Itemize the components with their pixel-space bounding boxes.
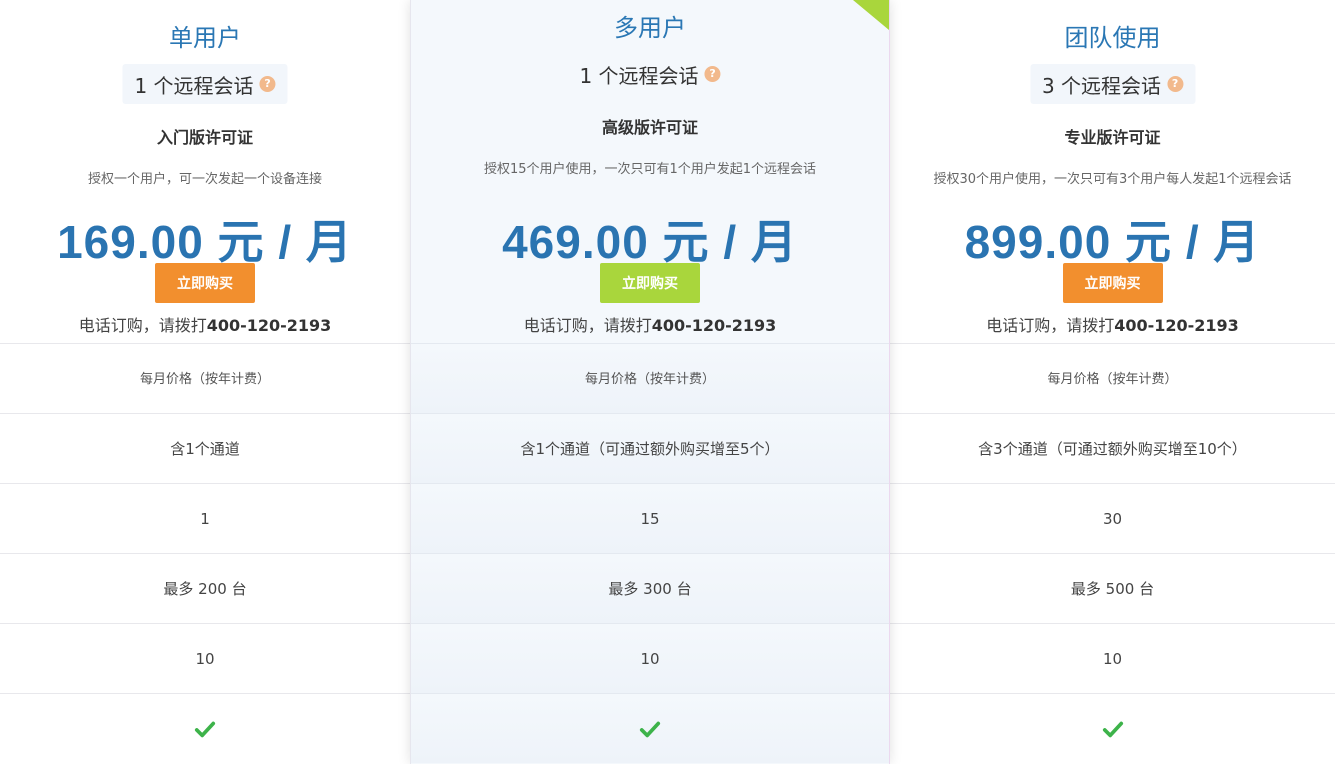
help-icon[interactable]: ? — [259, 76, 276, 92]
help-icon[interactable]: ? — [1167, 76, 1184, 92]
plan-description: 授权15个用户使用，一次只可有1个用户发起1个远程会话 — [483, 162, 817, 177]
feature-row-devices: 最多 300 台 — [411, 553, 889, 623]
feature-row-check — [890, 693, 1335, 763]
check-icon — [194, 721, 216, 737]
phone-number: 400-120-2193 — [206, 316, 332, 335]
plan-title: 多用户 — [614, 14, 686, 42]
phone-order-text: 电话订购，请拨打400-120-2193 — [0, 312, 410, 336]
feature-row-devices: 最多 500 台 — [890, 553, 1335, 623]
feature-row-count: 10 — [0, 623, 410, 693]
feature-rows: 每月价格（按年计费） 含3个通道（可通过额外购买增至10个） 30 最多 500… — [890, 343, 1335, 763]
plan-header: 多用户 1 个远程会话 ? 高级版许可证 授权15个用户使用，一次只可有1个用户… — [411, 0, 889, 336]
sessions-badge: 1 个远程会话 ? — [122, 64, 288, 104]
feature-row-check — [411, 693, 889, 763]
sessions-badge: 1 个远程会话 ? — [567, 54, 732, 94]
plan-column-single-user: 单用户 1 个远程会话 ? 入门版许可证 授权一个用户，可一次发起一个设备连接 … — [0, 0, 410, 764]
license-name: 高级版许可证 — [601, 118, 698, 137]
feature-row-devices: 最多 200 台 — [0, 553, 410, 623]
help-icon[interactable]: ? — [704, 66, 721, 82]
plan-description: 授权一个用户，可一次发起一个设备连接 — [87, 172, 322, 187]
sessions-label: 3 个远程会话 — [1041, 73, 1162, 98]
feature-row-count: 10 — [411, 623, 889, 693]
check-icon — [1102, 721, 1123, 737]
phone-prefix: 电话订购，请拨打 — [78, 316, 207, 335]
license-name: 专业版许可证 — [1064, 128, 1161, 147]
plan-title: 单用户 — [169, 24, 241, 52]
feature-row-users: 15 — [411, 483, 889, 553]
feature-rows: 每月价格（按年计费） 含1个通道 1 最多 200 台 10 — [0, 343, 410, 763]
buy-now-button[interactable]: 立即购买 — [155, 263, 255, 303]
feature-row-price-note: 每月价格（按年计费） — [0, 343, 410, 413]
sessions-badge: 3 个远程会话 ? — [1029, 64, 1196, 104]
plan-title: 团队使用 — [1064, 24, 1161, 52]
plan-column-multi-user: 多用户 1 个远程会话 ? 高级版许可证 授权15个用户使用，一次只可有1个用户… — [410, 0, 890, 764]
sessions-label: 1 个远程会话 — [579, 63, 699, 88]
feature-row-count: 10 — [890, 623, 1335, 693]
plan-description: 授权30个用户使用，一次只可有3个用户每人发起1个远程会话 — [933, 172, 1292, 187]
buy-now-button[interactable]: 立即购买 — [1062, 263, 1163, 303]
feature-row-check — [0, 693, 410, 763]
feature-row-price-note: 每月价格（按年计费） — [890, 343, 1335, 413]
phone-order-text: 电话订购，请拨打400-120-2193 — [890, 312, 1335, 336]
feature-row-channels: 含3个通道（可通过额外购买增至10个） — [890, 413, 1335, 483]
feature-row-users: 1 — [0, 483, 410, 553]
feature-row-users: 30 — [890, 483, 1335, 553]
phone-number: 400-120-2193 — [1114, 316, 1239, 335]
phone-order-text: 电话订购，请拨打400-120-2193 — [411, 312, 889, 336]
plan-column-team: 团队使用 3 个远程会话 ? 专业版许可证 授权30个用户使用，一次只可有3个用… — [890, 0, 1335, 764]
phone-prefix: 电话订购，请拨打 — [986, 316, 1115, 335]
feature-row-channels: 含1个通道（可通过额外购买增至5个） — [411, 413, 889, 483]
feature-rows: 每月价格（按年计费） 含1个通道（可通过额外购买增至5个） 15 最多 300 … — [411, 343, 889, 763]
phone-prefix: 电话订购，请拨打 — [523, 316, 652, 335]
feature-row-price-note: 每月价格（按年计费） — [411, 343, 889, 413]
pricing-table: 单用户 1 个远程会话 ? 入门版许可证 授权一个用户，可一次发起一个设备连接 … — [0, 0, 1335, 764]
feature-row-channels: 含1个通道 — [0, 413, 410, 483]
buy-now-button[interactable]: 立即购买 — [600, 263, 700, 303]
license-name: 入门版许可证 — [156, 128, 253, 147]
sessions-label: 1 个远程会话 — [134, 73, 254, 98]
phone-number: 400-120-2193 — [651, 316, 777, 335]
check-icon — [639, 721, 661, 737]
